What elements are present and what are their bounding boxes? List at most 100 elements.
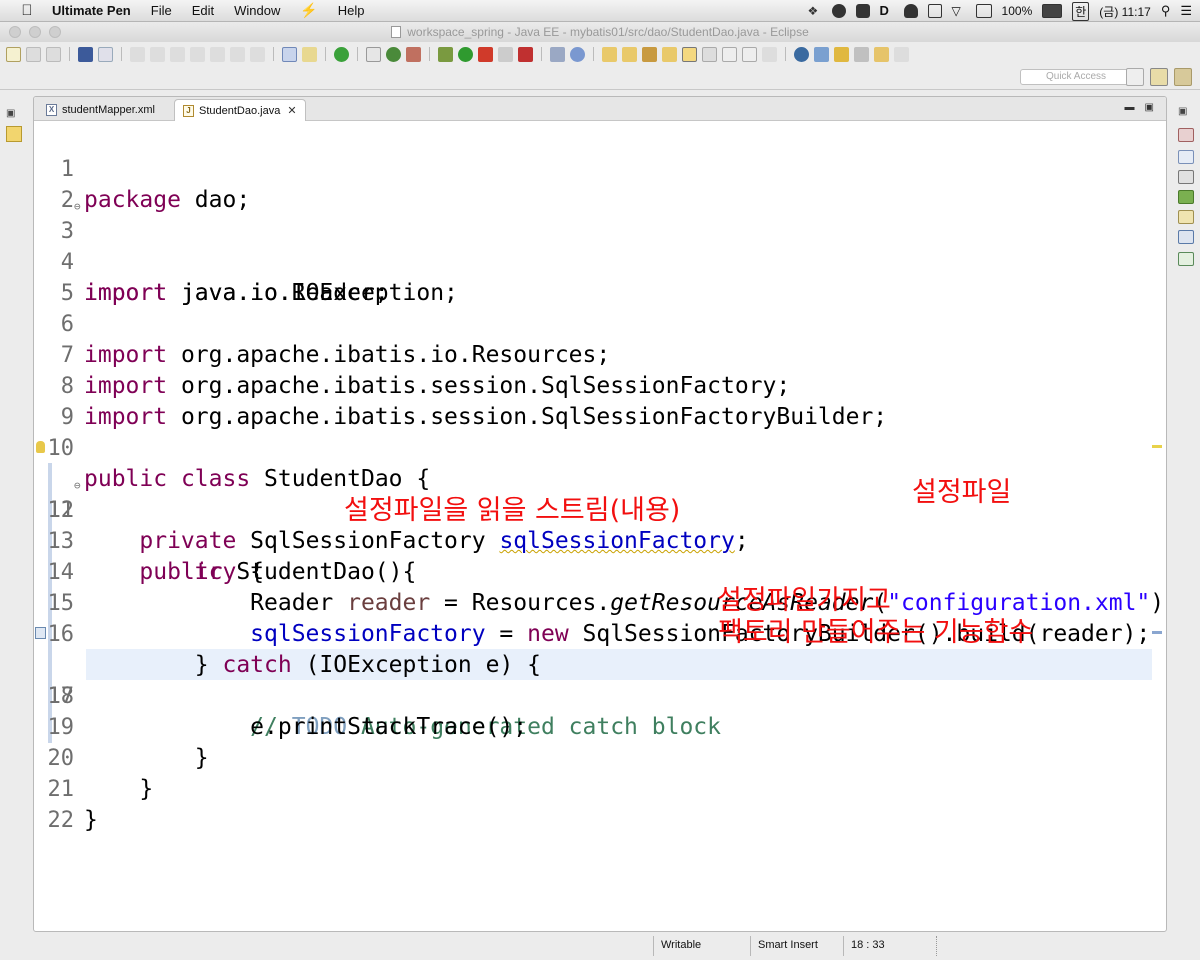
open-task-icon[interactable]	[386, 46, 401, 62]
notification-center-icon[interactable]: ☰	[1180, 3, 1192, 19]
clock[interactable]: (금) 11:17	[1099, 3, 1151, 20]
open-type-icon[interactable]	[366, 46, 381, 62]
insert-mode-status[interactable]: Smart Insert	[758, 939, 818, 951]
terminal-icon[interactable]	[78, 46, 93, 62]
dictionary-icon[interactable]: D	[880, 4, 894, 18]
tab-studentmapper-xml[interactable]: X studentMapper.xml	[38, 99, 163, 121]
window-title: workspace_spring - Java EE - mybatis01/s…	[407, 25, 809, 39]
java-perspective-icon[interactable]	[1174, 68, 1192, 86]
console-icon[interactable]	[1178, 252, 1194, 266]
minimize-window-button[interactable]	[29, 26, 41, 38]
globe-icon[interactable]	[794, 46, 809, 62]
warning-lightbulb-icon[interactable]	[36, 441, 45, 453]
prev-annotation-icon[interactable]	[854, 46, 869, 62]
build-icon[interactable]	[518, 46, 533, 62]
chat-icon[interactable]	[831, 4, 846, 18]
menu-help[interactable]: Help	[328, 3, 375, 18]
disconnect-icon[interactable]	[190, 46, 205, 62]
tomcat-icon[interactable]	[406, 46, 421, 62]
new-class-icon[interactable]	[570, 46, 585, 62]
highlight-icon[interactable]	[682, 46, 697, 62]
menu-window[interactable]: Window	[224, 3, 290, 18]
app-menu[interactable]: Ultimate Pen	[38, 3, 141, 18]
code-line: 9	[34, 371, 117, 430]
web-browser-icon[interactable]	[814, 46, 829, 62]
external-tools-icon[interactable]	[498, 46, 513, 62]
menu-edit[interactable]: Edit	[182, 3, 224, 18]
code-line: 14 Reader reader = Resources.getResource…	[34, 526, 1167, 616]
outline-icon[interactable]	[1178, 128, 1194, 142]
debug-run-icon[interactable]	[438, 46, 453, 62]
java-ee-perspective-icon[interactable]	[1150, 68, 1168, 86]
restore-icon[interactable]: ▣	[6, 108, 22, 124]
back-icon[interactable]	[874, 46, 889, 62]
macos-menubar:  Ultimate Pen File Edit Window ⚡ Help ❖…	[0, 0, 1200, 22]
open-perspective-icon[interactable]	[1126, 68, 1144, 86]
show-whitespace-icon[interactable]	[742, 46, 757, 62]
properties-icon[interactable]	[1178, 170, 1194, 184]
restore-icon[interactable]: ▣	[1178, 106, 1194, 120]
main-toolbar: Quick Access	[0, 42, 1200, 90]
maximize-editor-icon[interactable]: ▣	[1145, 102, 1154, 113]
forward-icon[interactable]	[894, 46, 909, 62]
new-file-icon[interactable]	[6, 46, 21, 62]
terminate-icon[interactable]	[170, 46, 185, 62]
quick-access-input[interactable]: Quick Access	[1020, 69, 1132, 85]
pin-icon[interactable]	[762, 46, 777, 62]
apple-menu-icon[interactable]: 	[16, 2, 38, 19]
step-over-icon[interactable]	[230, 46, 245, 62]
close-tab-icon[interactable]: ✕	[287, 104, 296, 117]
spotlight-icon[interactable]: ⚲	[1161, 3, 1171, 19]
wifi-icon[interactable]: ▽	[952, 4, 966, 18]
menu-file[interactable]: File	[141, 3, 182, 18]
zoom-window-button[interactable]	[49, 26, 61, 38]
code-line: 7 import org.apache.ibatis.session.SqlSe…	[34, 309, 790, 399]
snippets-icon[interactable]	[1178, 230, 1194, 244]
skip-breakpoints-icon[interactable]	[98, 46, 113, 62]
code-line: 18 e.printStackTrace();	[34, 650, 528, 740]
input-source-indicator[interactable]: 한	[1072, 1, 1090, 21]
open-resource-icon[interactable]	[662, 46, 677, 62]
tab-studentdao-java[interactable]: J StudentDao.java ✕	[174, 99, 306, 121]
package-explorer-icon[interactable]	[6, 126, 22, 142]
next-annotation-icon[interactable]	[834, 46, 849, 62]
new-project-icon[interactable]	[550, 46, 565, 62]
toggle-mark-icon[interactable]	[702, 46, 717, 62]
search-icon[interactable]	[642, 46, 657, 62]
task-ruler-mark[interactable]	[1152, 631, 1162, 634]
cloud-icon[interactable]	[903, 4, 918, 18]
cursor-position[interactable]: 18 : 33	[851, 939, 885, 951]
airplay-icon[interactable]	[975, 4, 992, 18]
run-icon[interactable]	[458, 46, 473, 62]
left-trim-bar: ▣	[0, 96, 28, 956]
save-icon[interactable]	[26, 46, 41, 62]
code-editor[interactable]: 1 package dao; 2 3 ⊖ import java.io.IOEx…	[34, 121, 1167, 931]
open-folder-icon[interactable]	[602, 46, 617, 62]
warning-ruler-mark[interactable]	[1152, 445, 1162, 448]
code-line: 5	[34, 247, 117, 306]
battery-icon[interactable]	[1042, 4, 1063, 18]
window-tray-icon[interactable]	[927, 4, 942, 18]
step-into-icon[interactable]	[210, 46, 225, 62]
dropbox-icon[interactable]: ❖	[808, 4, 822, 18]
code-line: 2	[34, 154, 117, 213]
save-all-icon[interactable]	[46, 46, 61, 62]
app-tray-icon[interactable]	[855, 4, 870, 18]
editor-area: X studentMapper.xml J StudentDao.java ✕ …	[33, 96, 1167, 932]
task-list-icon[interactable]	[1178, 150, 1194, 164]
open-package-icon[interactable]	[622, 46, 637, 62]
step-return-icon[interactable]	[250, 46, 265, 62]
block-selection-icon[interactable]	[722, 46, 737, 62]
minimize-editor-icon[interactable]: ▬	[1125, 102, 1135, 113]
suspend-icon[interactable]	[150, 46, 165, 62]
coverage-icon[interactable]	[478, 46, 493, 62]
servers-icon[interactable]	[1178, 190, 1194, 204]
deploy-icon[interactable]	[302, 46, 317, 62]
task-marker-icon[interactable]	[35, 627, 46, 639]
resume-icon[interactable]	[130, 46, 145, 62]
close-window-button[interactable]	[9, 26, 21, 38]
server-icon[interactable]	[282, 46, 297, 62]
data-source-icon[interactable]	[1178, 210, 1194, 224]
script-menu-icon[interactable]: ⚡	[290, 2, 327, 19]
start-server-icon[interactable]	[334, 46, 349, 62]
